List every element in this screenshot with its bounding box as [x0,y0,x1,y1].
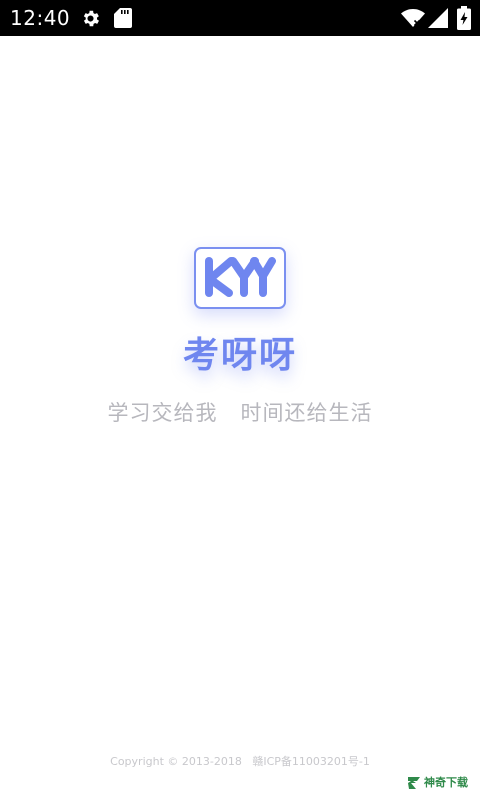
app-name: 考呀呀 [182,335,297,376]
watermark-text: 神奇下载 [424,776,468,789]
slogan: 学习交给我 时间还给生活 [107,401,373,425]
sd-card-icon [114,8,132,28]
watermark: 神奇下载 [406,774,472,792]
logo-kyy-mark [205,257,276,297]
gear-icon [83,10,99,27]
wifi-icon [401,9,425,27]
status-time: 12:40 [10,6,71,30]
watermark-leaf-icon [408,777,420,789]
status-bar: 12:40 [0,0,480,36]
copyright-text: Copyright © 2013-2018 赣ICP备11003201号-1 [110,755,370,768]
signal-icon [428,8,448,28]
battery-charging-icon [457,6,471,30]
app-logo [194,247,286,309]
